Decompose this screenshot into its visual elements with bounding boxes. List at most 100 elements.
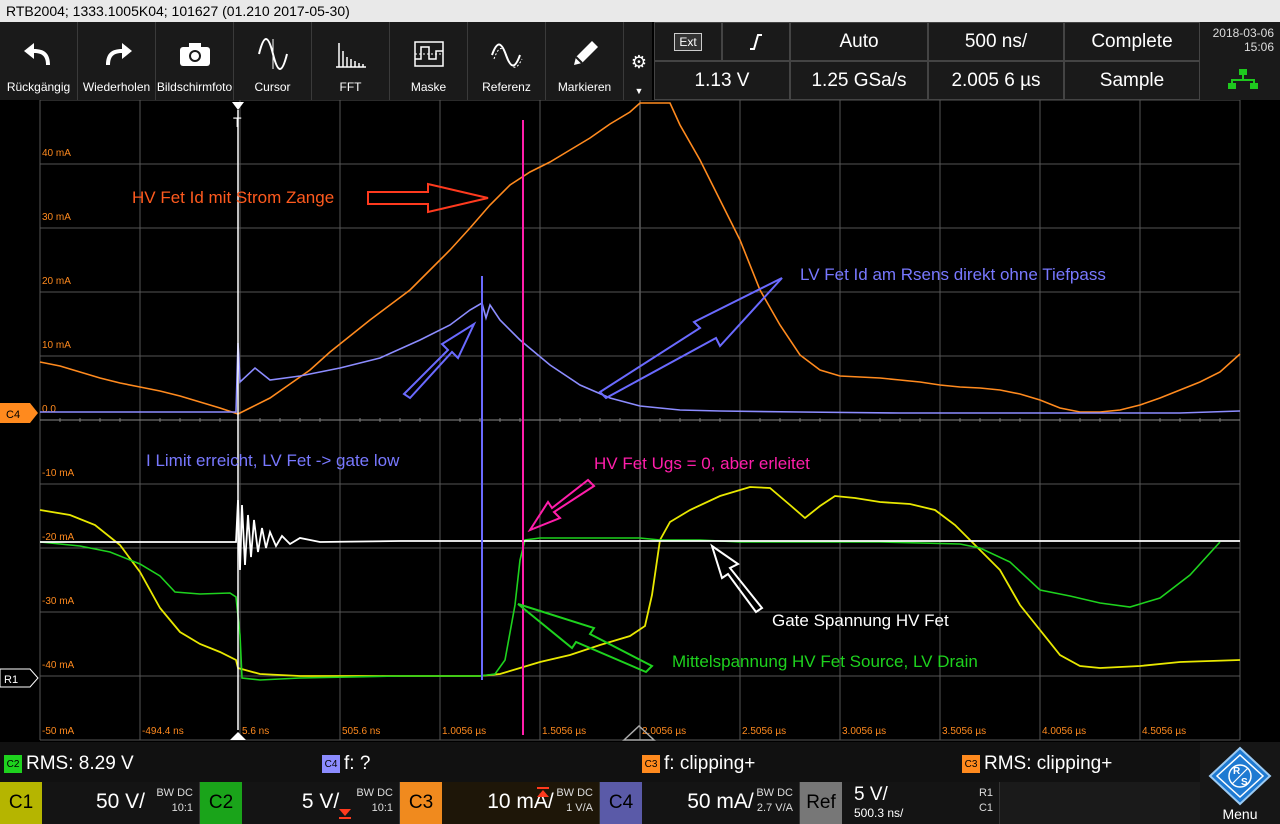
- gear-icon: ⚙: [630, 52, 648, 72]
- ch4-settings: BW DC 2.7 V/A: [756, 787, 793, 814]
- offset-up-icon: [537, 787, 549, 797]
- timebase[interactable]: 500 ns/: [928, 22, 1064, 61]
- x-tick-label: 4.5056 µs: [1142, 726, 1186, 737]
- ch2-button[interactable]: C2: [200, 782, 242, 824]
- y-tick-label: 40 mA: [42, 148, 71, 159]
- ref-source: R1 C1: [978, 787, 993, 814]
- annotate-label: Markieren: [557, 80, 612, 94]
- y-tick-label: 10 mA: [42, 340, 71, 351]
- svg-text:T: T: [233, 114, 242, 130]
- y-tick-label: -30 mA: [42, 596, 75, 607]
- meas-text: RMS: 8.29 V: [26, 753, 134, 774]
- sample-rate[interactable]: 1.25 GSa/s: [790, 61, 928, 100]
- ch1-scale[interactable]: 50 V/ BW DC 10:1: [42, 782, 200, 824]
- lv-id-label: LV Fet Id am Rsens direkt ohne Tiefpass: [800, 265, 1106, 284]
- redo-icon: [100, 34, 134, 74]
- ch1-button[interactable]: C1: [0, 782, 42, 824]
- rs-logo-icon: R S: [1208, 746, 1272, 806]
- redo-label: Wiederholen: [82, 80, 151, 94]
- camera-icon: [178, 34, 212, 74]
- toolbar: Rückgängig Wiederholen Bildschirmfoto Cu…: [0, 22, 626, 100]
- fft-button[interactable]: FFT: [312, 22, 390, 100]
- trigger-mode[interactable]: Auto: [790, 22, 928, 61]
- offset-down-icon: [339, 809, 351, 819]
- trigger-source-cell[interactable]: Ext: [654, 22, 722, 61]
- trigger-marker: T: [232, 102, 244, 130]
- ch2-scale[interactable]: 5 V/ BW DC 10:1: [242, 782, 400, 824]
- x-tick-label: 3.5056 µs: [942, 726, 986, 737]
- reference-label: Referenz: [482, 80, 531, 94]
- measurement-c2-rms[interactable]: C2 RMS: 8.29 V: [4, 753, 134, 775]
- ch3-scale[interactable]: 10 mA/ BW DC 1 V/A: [442, 782, 600, 824]
- undo-icon: [22, 34, 56, 74]
- y-tick-label: -50 mA: [42, 726, 75, 737]
- settings-button[interactable]: ⚙ ▼: [626, 22, 652, 100]
- time: 15:06: [1243, 40, 1274, 54]
- hv-id-label: HV Fet Id mit Strom Zange: [132, 188, 334, 207]
- x-tick-label: 4.0056 µs: [1042, 726, 1086, 737]
- undo-button[interactable]: Rückgängig: [0, 22, 78, 100]
- mask-icon: [412, 34, 446, 74]
- x-axis-labels: -494.4 ns 5.6 ns 505.6 ns 1.0056 µs 1.5056 µ…: [142, 726, 1186, 737]
- svg-text:R: R: [1233, 766, 1241, 777]
- ch3-button[interactable]: C3: [400, 782, 442, 824]
- redo-button[interactable]: Wiederholen: [78, 22, 156, 100]
- ref-marker: R1: [0, 668, 39, 688]
- annotate-button[interactable]: Markieren: [546, 22, 624, 100]
- title-bar: RTB2004; 1333.1005K04; 101627 (01.210 20…: [0, 0, 1280, 22]
- ch4-scale[interactable]: 50 mA/ BW DC 2.7 V/A: [642, 782, 800, 824]
- x-tick-label: 5.6 ns: [242, 726, 269, 737]
- ref-scale[interactable]: 5 V/ 500.3 ns/ R1 C1: [842, 782, 1000, 824]
- y-axis-labels: 40 mA30 mA20 mA10 mA0.0-10 mA-20 mA-30 m…: [42, 148, 75, 737]
- acquisition-mode[interactable]: Sample: [1064, 61, 1200, 100]
- menu-button[interactable]: R S Menu: [1200, 742, 1280, 824]
- measurement-c4-freq[interactable]: C4 f: ?: [322, 753, 370, 775]
- reference-icon: [490, 34, 524, 74]
- cursor-label: Cursor: [254, 80, 291, 94]
- ch4-button[interactable]: C4: [600, 782, 642, 824]
- ugs-label: HV Fet Ugs = 0, aber erleitet: [594, 454, 810, 473]
- svg-text:R1: R1: [4, 674, 18, 686]
- svg-text:C4: C4: [6, 409, 20, 421]
- cursor-button[interactable]: Cursor: [234, 22, 312, 100]
- reference-button[interactable]: Referenz: [468, 22, 546, 100]
- fft-icon: [334, 34, 368, 74]
- trigger-level[interactable]: 1.13 V: [654, 61, 790, 100]
- measurement-c3-rms[interactable]: C3 RMS: clipping+: [962, 753, 1112, 775]
- c4-ground-marker: C4: [0, 403, 38, 423]
- gate-arrow: [710, 543, 764, 614]
- mask-button[interactable]: Maske: [390, 22, 468, 100]
- ref-time-value: 500.3 ns/: [854, 806, 904, 820]
- trigger-edge-cell[interactable]: [722, 22, 790, 61]
- menu-label: Menu: [1222, 806, 1258, 822]
- meas-text: f: ?: [344, 753, 371, 774]
- fft-label: FFT: [339, 80, 362, 94]
- hv-arrow: [367, 182, 489, 214]
- measurement-c3-freq[interactable]: C3 f: clipping+: [642, 753, 755, 775]
- date-time: 2018-03-06 15:06: [1200, 22, 1280, 100]
- meas-text: f: clipping+: [664, 753, 756, 774]
- ch3-settings: BW DC 1 V/A: [556, 787, 593, 814]
- ref-scale-value: 5 V/: [854, 784, 888, 805]
- date: 2018-03-06: [1212, 26, 1274, 40]
- chevron-down-icon: ▼: [634, 86, 644, 96]
- x-tick-label: 1.0056 µs: [442, 726, 486, 737]
- ch1-settings: BW DC 10:1: [156, 787, 193, 814]
- meas-tag: C4: [322, 755, 340, 773]
- acquisition-state[interactable]: Complete: [1064, 22, 1200, 61]
- screenshot-button[interactable]: Bildschirmfoto: [156, 22, 234, 100]
- c2-trace: [39, 537, 1221, 681]
- measurement-bar: C2 RMS: 8.29 V C4 f: ? C3 f: clipping+ C…: [0, 742, 1280, 782]
- channel-bar: C1 50 V/ BW DC 10:1 C2 5 V/ BW DC 10:1 C3 …: [0, 782, 1280, 824]
- y-tick-label: 0.0: [42, 404, 56, 415]
- horizontal-position[interactable]: 2.005 6 µs: [928, 61, 1064, 100]
- mittel-label: Mittelspannung HV Fet Source, LV Drain: [672, 652, 978, 671]
- waveform-display[interactable]: 40 mA 30 mA 20 mA 10 mA 0.0 -10 mA -20 mA -30 m…: [0, 99, 1280, 742]
- y-tick-label: -10 mA: [42, 468, 75, 479]
- screenshot-label: Bildschirmfoto: [156, 80, 233, 94]
- y-tick-label: -40 mA: [42, 660, 75, 671]
- cursor-icon: [256, 34, 290, 74]
- ref-button[interactable]: Ref: [800, 782, 842, 824]
- ilimit-label: I Limit erreicht, LV Fet -> gate low: [146, 451, 400, 470]
- x-tick-label: 1.5056 µs: [542, 726, 586, 737]
